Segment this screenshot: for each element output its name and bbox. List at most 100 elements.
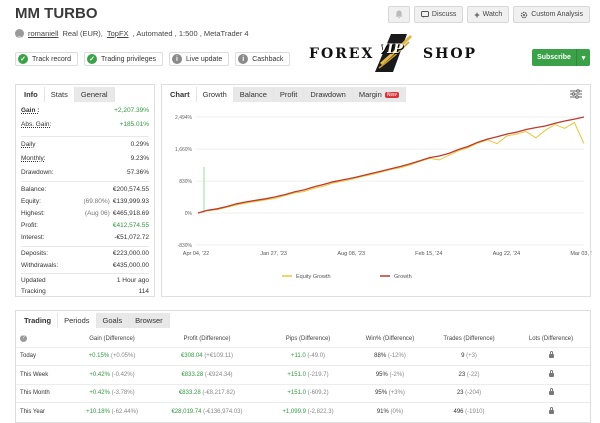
stat-value: €139,999.93: [112, 198, 149, 205]
table-cell: This Year: [16, 402, 72, 421]
tab-growth[interactable]: Growth: [196, 87, 234, 102]
y-tick-label: 830%: [179, 179, 192, 185]
cell-value: 496: [453, 409, 464, 415]
series-line-equity-growth: [197, 121, 585, 214]
table-cell: 95% (-2%): [354, 365, 426, 384]
tab-general[interactable]: General: [74, 87, 115, 102]
tab-stats[interactable]: Stats: [44, 87, 75, 102]
cell-value: (-€8,217.82): [202, 390, 236, 397]
cell-value: 23: [458, 371, 466, 378]
question-icon[interactable]: ?: [20, 335, 27, 343]
cell-value: (-3.78%): [111, 390, 135, 397]
sliders-icon[interactable]: [570, 89, 582, 99]
stat-daily: Daily 0.29%: [21, 141, 149, 148]
stat-updated: Updated 1 Hour ago: [21, 277, 149, 284]
watch-button[interactable]: + Watch: [467, 6, 510, 23]
broker-link[interactable]: TopFX: [107, 29, 129, 38]
info-icon: i: [238, 54, 249, 64]
stat-highest: Highest: (Aug 06) €465,918.69: [21, 210, 149, 217]
discuss-button[interactable]: Discuss: [413, 6, 464, 23]
stat-label: Updated: [21, 277, 46, 284]
tab-info[interactable]: Info: [18, 87, 45, 102]
stat-label: Drawdown:: [21, 169, 54, 176]
table-row: This Week +0.42% (-0.42%) €833.28 (-€924…: [16, 365, 590, 384]
badge-label: Live update: [186, 55, 223, 63]
account-meta-suffix: , Automated , 1:500 , MetaTrader 4: [132, 29, 249, 38]
cell-value: +0.42%: [89, 390, 110, 397]
tab-chart[interactable]: Chart: [164, 87, 197, 102]
stat-balance: Balance: €200,574.55: [21, 186, 149, 193]
tab-drawdown[interactable]: Drawdown: [304, 87, 353, 102]
x-tick-label: Apr 04, '22: [183, 251, 209, 257]
cell-value: (-204): [465, 390, 482, 397]
subscribe-button[interactable]: Subscribe ▾: [532, 49, 590, 66]
cell-value: +1,099.9: [282, 409, 306, 415]
stat-label: Withdrawals:: [21, 262, 59, 269]
badge-cashback[interactable]: i Cashback: [235, 52, 291, 66]
lock-icon: [548, 388, 554, 396]
stat-value: 1 Hour ago: [116, 277, 149, 284]
table-row: This Year +10.18% (-62.44%) €28,019.74 (…: [16, 402, 590, 421]
table-cell: 91% (0%): [354, 402, 426, 421]
tab-balance[interactable]: Balance: [233, 87, 274, 102]
badge-trading-privileges[interactable]: ✓ Trading privileges: [84, 52, 164, 66]
stat-value: €465,918.69: [112, 210, 149, 217]
notify-button[interactable]: [387, 6, 410, 23]
cell-value: €308.04: [180, 353, 203, 360]
x-tick-label: Mar 03, '25: [570, 251, 592, 257]
stat-value: €435,000.00: [112, 262, 149, 269]
x-tick-label: Aug 08, '23: [337, 251, 365, 257]
chevron-down-icon[interactable]: ▾: [576, 49, 590, 66]
tab-goals[interactable]: Goals: [96, 313, 130, 328]
badge-live-update[interactable]: i Live update: [169, 52, 230, 66]
column-header: Trades (Difference): [443, 335, 495, 342]
stat-label: Deposits:: [21, 250, 49, 257]
y-tick-label: -830%: [178, 243, 193, 249]
table-row: Today +0.15% (+0.05%) €308.04 (+€109.11)…: [16, 346, 590, 366]
table-header-row: ? Gain (Difference) Profit (Difference) …: [16, 331, 590, 347]
tab-browser[interactable]: Browser: [129, 313, 170, 328]
cell-value: €833.28: [178, 390, 201, 397]
logo-text-right: SHOP: [423, 46, 478, 62]
divider: [21, 246, 149, 247]
cell-value: 9: [461, 353, 465, 360]
y-tick-label: 1,660%: [175, 147, 193, 153]
stat-value: €412,574.55: [112, 222, 149, 229]
badge-label: Cashback: [252, 55, 284, 63]
user-avatar-icon: [15, 29, 24, 38]
stat-label: Equity:: [21, 198, 41, 205]
stat-value: 0.29%: [130, 141, 149, 148]
info-panel: Info Stats General Gain : +2,207.39% Abs…: [15, 84, 155, 297]
logo-text-vip: VIP: [377, 42, 403, 57]
cell-value: +11.0: [290, 353, 306, 360]
table-cell: [512, 346, 590, 366]
owner-link[interactable]: romaniell: [28, 29, 58, 38]
tab-trading[interactable]: Trading: [18, 313, 59, 328]
divider: [21, 136, 149, 137]
tab-margin[interactable]: Margin New: [352, 87, 406, 102]
chat-bubble-icon: [420, 11, 429, 18]
stat-value: 114: [138, 288, 149, 295]
cell-value: +0.15%: [88, 353, 110, 360]
cell-value: (-609.2): [307, 390, 329, 397]
custom-analysis-button[interactable]: Custom Analysis: [513, 6, 590, 23]
chart-panel: 2,494% 1,660% 830% 0% -830% Apr 04, '22 Jan 27…: [161, 84, 592, 297]
tab-profit[interactable]: Profit: [273, 87, 305, 102]
cell-value: (-219.7): [307, 371, 329, 378]
table-cell: +151.0 (-219.7): [262, 365, 354, 384]
info-tabs: Info Stats General: [18, 87, 154, 102]
table-cell: This Week: [16, 365, 72, 384]
badge-track-record[interactable]: ✓ Track record: [15, 52, 79, 66]
table-cell: [512, 402, 590, 421]
legend-label: Growth: [394, 274, 412, 280]
new-badge: New: [384, 91, 399, 98]
check-icon: ✓: [18, 54, 28, 64]
tab-periods[interactable]: Periods: [58, 313, 97, 328]
stat-withdrawals: Withdrawals: €435,000.00: [21, 262, 149, 269]
stat-sub: (69.80%): [83, 198, 110, 205]
discuss-label: Discuss: [431, 11, 457, 18]
cell-value: 23: [456, 390, 464, 397]
stat-profit: Profit: €412,574.55: [21, 222, 149, 229]
table-cell: 95% (+3%): [354, 383, 426, 403]
table-cell: 496 (-1910): [426, 402, 512, 421]
